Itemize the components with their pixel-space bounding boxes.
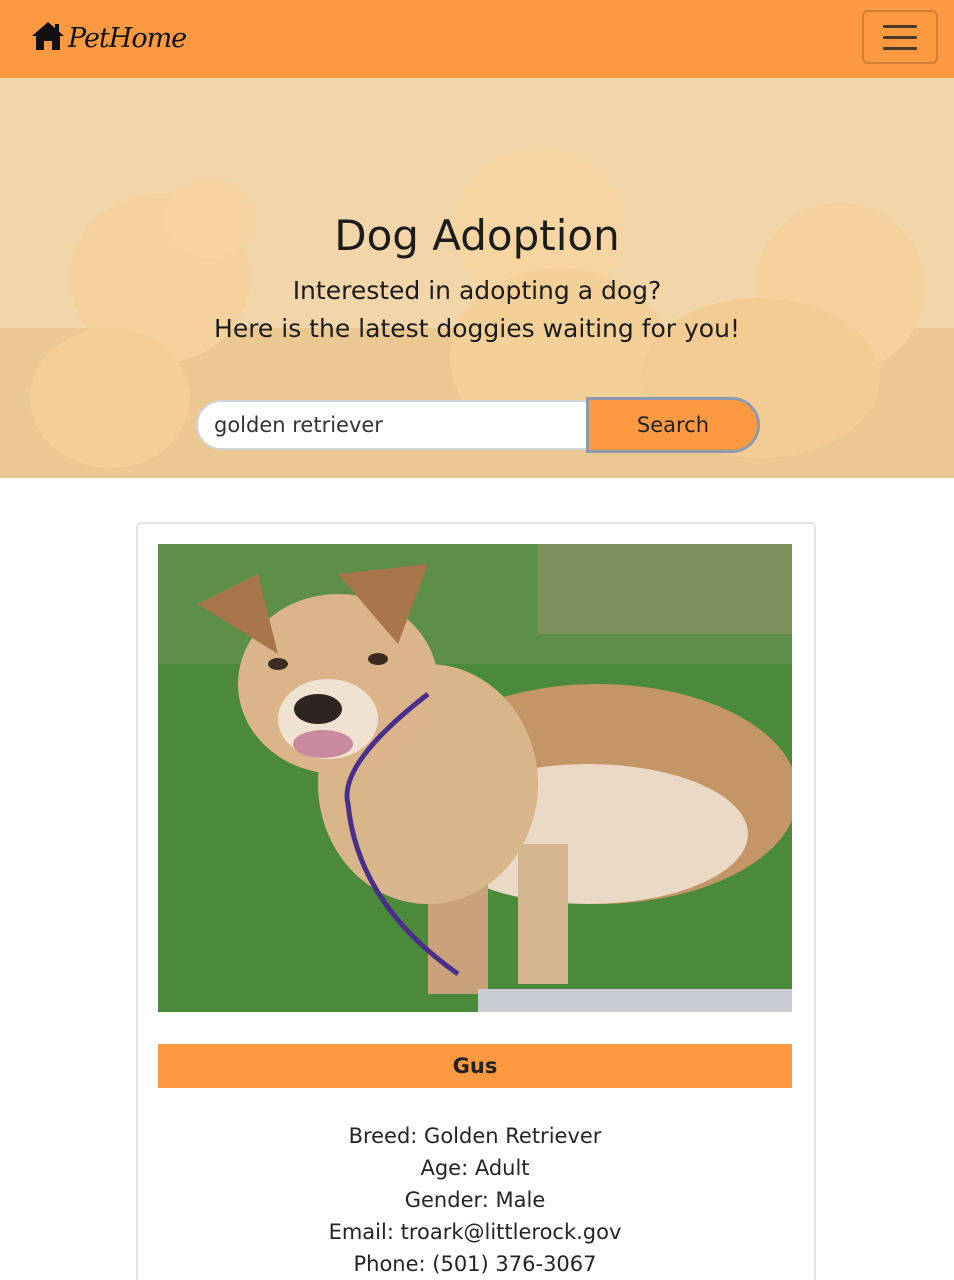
- pet-age: Age: Adult: [420, 1156, 530, 1180]
- hero-subtitle-line2: Here is the latest doggies waiting for y…: [214, 314, 740, 343]
- pet-name: Gus: [158, 1044, 792, 1088]
- hero-section: Dog Adoption Interested in adopting a do…: [0, 78, 954, 478]
- search-button[interactable]: Search: [586, 397, 760, 453]
- search-input[interactable]: [196, 400, 588, 450]
- pet-email: Email: troark@littlerock.gov: [328, 1220, 622, 1244]
- pet-photo: [158, 544, 792, 1012]
- page-title: Dog Adoption: [334, 211, 620, 260]
- navbar: PetHome: [0, 0, 954, 78]
- brand-link[interactable]: PetHome: [30, 18, 187, 58]
- brand-name: PetHome: [68, 22, 187, 54]
- pet-gender: Gender: Male: [404, 1188, 546, 1212]
- hero-subtitle-line1: Interested in adopting a dog?: [292, 276, 662, 305]
- hamburger-menu-icon: [883, 24, 917, 28]
- hamburger-menu-button[interactable]: [862, 10, 938, 64]
- pet-breed: Breed: Golden Retriever: [348, 1124, 602, 1148]
- search-form: Search: [196, 397, 760, 453]
- house-icon: [30, 20, 66, 56]
- pet-phone: Phone: (501) 376-3067: [353, 1252, 597, 1276]
- pet-card: Gus Breed: Golden Retriever Age: Adult G…: [136, 522, 816, 1280]
